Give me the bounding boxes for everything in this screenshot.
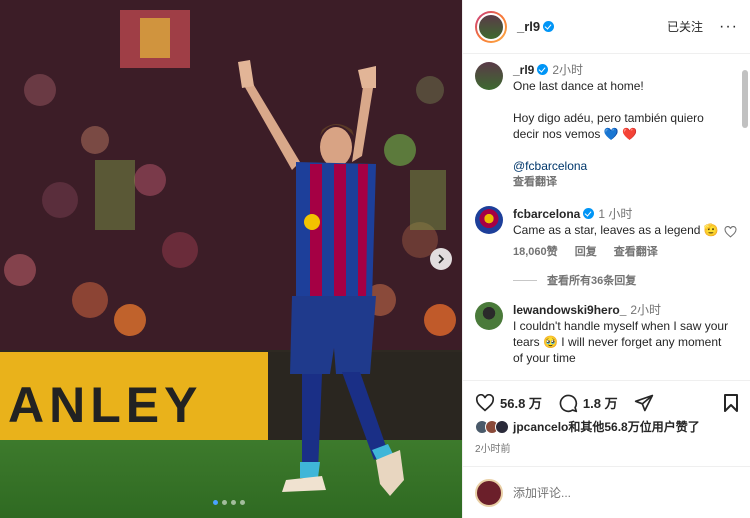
comments-count: 1.8 万 xyxy=(582,396,618,411)
caption-line-2: Hoy digo adéu, pero también quiero decir… xyxy=(513,111,704,141)
comment-reply-button[interactable]: 回复 xyxy=(575,246,597,258)
view-replies-link[interactable]: 查看所有36条回复 xyxy=(513,272,731,288)
post-photo[interactable]: ANLEY xyxy=(0,0,462,518)
liker-avatar xyxy=(495,419,509,434)
viewer-avatar xyxy=(475,478,503,507)
verified-badge-icon xyxy=(537,64,549,75)
replies-divider xyxy=(513,279,537,281)
heart-icon[interactable] xyxy=(724,226,737,238)
carousel-dot xyxy=(231,500,236,505)
add-comment-bar xyxy=(463,466,750,518)
post-header: _rl9 已关注 ··· xyxy=(463,0,750,54)
comment-item: fcbarcelona 1 小时 Came as a star, leaves a… xyxy=(475,206,737,260)
player-figure xyxy=(238,60,404,496)
comment-meta: 18,060赞 回复 查看翻译 xyxy=(513,244,731,260)
comments-list[interactable]: _rl9 2小时 One last dance at home! Hoy digo… xyxy=(463,54,750,380)
carousel-dot xyxy=(240,500,245,505)
comment-avatar[interactable] xyxy=(475,302,503,330)
comment-username[interactable]: lewandowski9hero_ xyxy=(513,303,626,317)
comment-body: fcbarcelona 1 小时 Came as a star, leaves a… xyxy=(513,206,731,260)
save-button[interactable] xyxy=(723,393,739,413)
share-icon xyxy=(634,394,653,411)
carousel-dot xyxy=(222,500,227,505)
carousel-indicator xyxy=(213,500,245,505)
comment-username[interactable]: fcbarcelona xyxy=(513,207,580,221)
comment-likes[interactable]: 18,060赞 xyxy=(513,246,558,258)
comment-text: I couldn't handle myself when I saw your… xyxy=(513,319,729,365)
carousel-next-button[interactable] xyxy=(430,248,452,270)
bookmark-icon xyxy=(724,393,738,412)
following-button[interactable]: 已关注 xyxy=(667,18,703,35)
liked-by-avatars xyxy=(475,419,509,434)
carousel-dot xyxy=(213,500,218,505)
post-time: 2小时前 xyxy=(475,444,511,455)
author-avatar[interactable] xyxy=(475,10,507,43)
caption-avatar[interactable] xyxy=(475,62,503,90)
chevron-right-icon xyxy=(438,254,445,264)
comment-time: 2小时 xyxy=(630,303,662,317)
more-options-icon[interactable]: ··· xyxy=(719,18,738,36)
comment-time: 1 小时 xyxy=(598,207,633,221)
caption-translate-link[interactable]: 查看翻译 xyxy=(513,174,731,190)
post-side-panel: _rl9 已关注 ··· _rl9 2小时 One last dance at h… xyxy=(462,0,750,518)
caption: _rl9 2小时 One last dance at home! Hoy digo… xyxy=(475,62,731,190)
comment-item: lewandowski9hero_ 2小时 I couldn't handle m… xyxy=(475,302,731,366)
caption-time: 2小时 xyxy=(552,63,584,77)
caption-line-1: One last dance at home! xyxy=(513,79,644,93)
caption-username[interactable]: _rl9 xyxy=(513,63,534,77)
caption-body: _rl9 2小时 One last dance at home! Hoy digo… xyxy=(513,62,731,190)
ad-banner-text: ANLEY xyxy=(8,377,203,433)
share-button[interactable] xyxy=(634,393,654,413)
verified-badge-icon xyxy=(583,208,595,219)
comment-avatar[interactable] xyxy=(475,206,503,234)
view-replies-label: 查看所有36条回复 xyxy=(547,275,637,287)
liked-by-text: jpcancelo和其他56.8万位用户赞了 xyxy=(513,420,700,434)
scrollbar-thumb[interactable] xyxy=(742,70,748,128)
liked-by[interactable]: jpcancelo和其他56.8万位用户赞了 xyxy=(475,418,700,435)
add-comment-input[interactable] xyxy=(513,485,713,500)
verified-badge-icon xyxy=(543,21,555,32)
comment-translate-link[interactable]: 查看翻译 xyxy=(614,246,658,258)
comment-text: Came as a star, leaves as a legend 🫡 xyxy=(513,223,719,237)
caption-mention[interactable]: @fcbarcelona xyxy=(513,158,731,174)
author-username[interactable]: _rl9 xyxy=(517,19,555,34)
heart-icon xyxy=(475,393,495,411)
comment-body: lewandowski9hero_ 2小时 I couldn't handle m… xyxy=(513,302,731,366)
comment-icon xyxy=(559,394,578,412)
instagram-post: ANLEY _rl9 已关注 ··· _rl9 2小时 One last dan… xyxy=(0,0,750,518)
comment-button[interactable]: 1.8 万 xyxy=(558,393,618,413)
likes-count: 56.8 万 xyxy=(500,396,542,411)
like-button[interactable]: 56.8 万 xyxy=(475,393,542,412)
comments-scrollbar[interactable] xyxy=(742,60,748,380)
